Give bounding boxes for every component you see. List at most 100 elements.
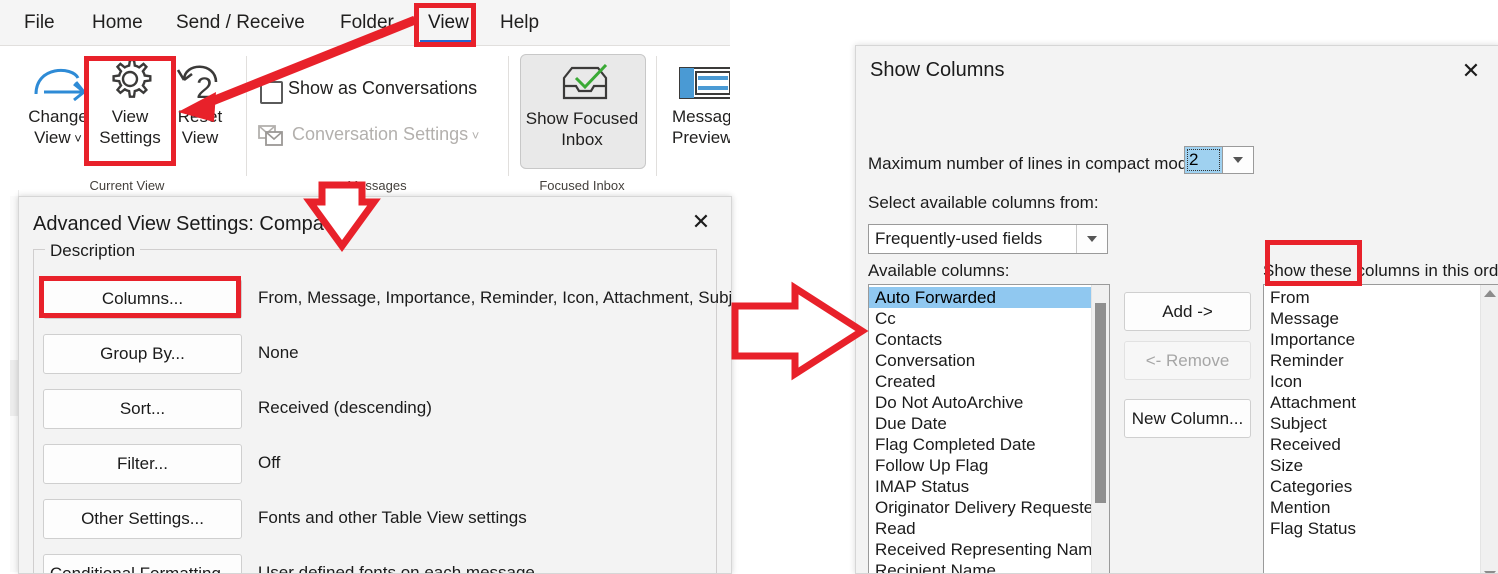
list-item[interactable]: Flag Completed Date bbox=[869, 434, 1091, 455]
conversation-settings-icon bbox=[258, 124, 284, 148]
scroll-down-arrow-icon[interactable] bbox=[1481, 566, 1498, 573]
ribbon-divider-2 bbox=[508, 56, 509, 176]
show-as-conversations-label[interactable]: Show as Conversations bbox=[288, 78, 477, 99]
group-label-current-view: Current View bbox=[89, 178, 165, 193]
available-columns-listbox[interactable]: Auto Forwarded Cc Contacts Conversation Crea… bbox=[868, 284, 1110, 573]
shown-columns-scrollbar[interactable] bbox=[1480, 285, 1498, 573]
view-settings-label-line2: Settings bbox=[99, 128, 161, 147]
ribbon-tab-strip: File Home Send / Receive Folder View Hel… bbox=[0, 0, 730, 45]
message-preview-button[interactable]: Messag Preview bbox=[672, 106, 730, 148]
list-item[interactable]: Attachment bbox=[1264, 392, 1480, 413]
list-item[interactable]: Do Not AutoArchive bbox=[869, 392, 1091, 413]
chevron-down-icon[interactable] bbox=[1222, 147, 1253, 173]
sort-button[interactable]: Sort... bbox=[43, 389, 242, 429]
tab-file[interactable]: File bbox=[14, 0, 65, 45]
list-item[interactable]: Icon bbox=[1264, 371, 1480, 392]
list-item[interactable]: Conversation bbox=[869, 350, 1091, 371]
max-lines-spinner[interactable]: 2 bbox=[1184, 146, 1254, 174]
max-lines-label: Maximum number of lines in compact mode: bbox=[868, 154, 1202, 173]
list-item[interactable]: IMAP Status bbox=[869, 476, 1091, 497]
shown-columns-items: From Message Importance Reminder Icon Attachm… bbox=[1264, 287, 1480, 539]
list-item[interactable]: Mention bbox=[1264, 497, 1480, 518]
group-by-button[interactable]: Group By... bbox=[43, 334, 242, 374]
tab-send-receive[interactable]: Send / Receive bbox=[166, 0, 315, 45]
tab-view[interactable]: View bbox=[418, 0, 479, 45]
view-settings-label-line1: View bbox=[111, 107, 149, 126]
tab-help[interactable]: Help bbox=[490, 0, 549, 45]
list-item[interactable]: Importance bbox=[1264, 329, 1480, 350]
show-as-conversations-checkbox[interactable] bbox=[260, 81, 283, 104]
chevron-down-icon[interactable] bbox=[1076, 225, 1107, 253]
list-item[interactable]: Follow Up Flag bbox=[869, 455, 1091, 476]
reset-view-label-line2: View bbox=[181, 128, 219, 147]
change-view-icon bbox=[26, 52, 88, 104]
available-columns-scrollbar[interactable] bbox=[1091, 285, 1109, 573]
other-settings-button[interactable]: Other Settings... bbox=[43, 499, 242, 539]
list-item[interactable]: Categories bbox=[1264, 476, 1480, 497]
list-item[interactable]: Subject bbox=[1264, 413, 1480, 434]
new-column-button[interactable]: New Column... bbox=[1124, 399, 1251, 438]
available-columns-scroll-thumb[interactable] bbox=[1095, 303, 1106, 503]
conditional-formatting-button[interactable]: Conditional Formatting... bbox=[43, 554, 242, 573]
focused-inbox-icon bbox=[558, 63, 612, 108]
row-sort: Sort... Received (descending) bbox=[43, 389, 703, 429]
list-item[interactable]: Message bbox=[1264, 308, 1480, 329]
list-item[interactable]: Contacts bbox=[869, 329, 1091, 350]
show-focused-inbox-line2: Inbox bbox=[561, 130, 603, 149]
reset-view-label-line1: Reset bbox=[177, 107, 223, 126]
message-preview-line1: Messag bbox=[672, 107, 730, 126]
row-group-by: Group By... None bbox=[43, 334, 703, 374]
close-icon[interactable]: ✕ bbox=[1449, 54, 1493, 88]
row-other-settings: Other Settings... Fonts and other Table … bbox=[43, 499, 703, 539]
shown-columns-listbox[interactable]: From Message Importance Reminder Icon Attachm… bbox=[1263, 284, 1498, 573]
filter-button[interactable]: Filter... bbox=[43, 444, 242, 484]
view-settings-button[interactable]: View Settings bbox=[88, 106, 172, 148]
list-item[interactable]: Cc bbox=[869, 308, 1091, 329]
list-item[interactable]: Reminder bbox=[1264, 350, 1480, 371]
other-settings-value: Fonts and other Table View settings bbox=[258, 508, 527, 527]
row-filter: Filter... Off bbox=[43, 444, 703, 484]
available-from-select[interactable]: Frequently-used fields bbox=[868, 224, 1108, 254]
ribbon-divider-3 bbox=[656, 56, 657, 176]
list-item[interactable]: Flag Status bbox=[1264, 518, 1480, 539]
row-columns: Columns... From, Message, Importance, Re… bbox=[43, 279, 731, 319]
tab-home[interactable]: Home bbox=[82, 0, 153, 45]
conversation-settings-button: Conversation Settings ˅ bbox=[292, 124, 480, 144]
show-columns-title: Show Columns bbox=[870, 59, 1005, 81]
conversation-settings-label: Conversation Settings bbox=[292, 124, 469, 144]
filter-value: Off bbox=[258, 453, 281, 472]
message-preview-line2: Preview bbox=[672, 128, 730, 147]
select-available-from-label: Select available columns from: bbox=[868, 193, 1099, 212]
row-conditional-formatting: Conditional Formatting... User defined f… bbox=[43, 554, 703, 574]
list-item[interactable]: Read bbox=[869, 518, 1091, 539]
description-legend: Description bbox=[45, 241, 141, 261]
tab-folder[interactable]: Folder bbox=[330, 0, 404, 45]
list-item[interactable]: From bbox=[1264, 287, 1480, 308]
list-item[interactable]: Originator Delivery Requested bbox=[869, 497, 1103, 518]
change-view-label-line2: View bbox=[34, 128, 71, 147]
columns-button[interactable]: Columns... bbox=[43, 279, 242, 319]
message-preview-icon bbox=[678, 64, 730, 106]
list-item[interactable]: Received bbox=[1264, 434, 1480, 455]
tab-view-active-underline bbox=[420, 40, 472, 43]
list-item[interactable]: Due Date bbox=[869, 413, 1091, 434]
list-item[interactable]: Created bbox=[869, 371, 1091, 392]
ribbon-divider-1 bbox=[246, 56, 247, 176]
conditional-formatting-value: User defined fonts on each message bbox=[258, 563, 535, 574]
list-item[interactable]: Size bbox=[1264, 455, 1480, 476]
show-columns-dialog: Show Columns ✕ Maximum number of lines i… bbox=[855, 45, 1498, 574]
max-lines-value[interactable]: 2 bbox=[1185, 147, 1222, 173]
list-item[interactable]: Auto Forwarded bbox=[869, 287, 1091, 308]
add-button[interactable]: Add -> bbox=[1124, 292, 1251, 331]
group-label-messages: Messages bbox=[347, 178, 407, 193]
show-focused-inbox-line1: Show Focused bbox=[525, 109, 639, 128]
show-focused-inbox-label[interactable]: Show Focused Inbox bbox=[522, 108, 642, 150]
reset-view-button[interactable]: Reset View bbox=[168, 106, 232, 148]
svg-text:2: 2 bbox=[196, 72, 213, 104]
scroll-up-arrow-icon[interactable] bbox=[1481, 285, 1498, 302]
list-item[interactable]: Received Representing Name bbox=[869, 539, 1102, 560]
group-label-focused-inbox: Focused Inbox bbox=[539, 178, 625, 193]
gear-icon bbox=[104, 54, 156, 104]
close-icon[interactable]: ✕ bbox=[679, 205, 723, 239]
sort-value: Received (descending) bbox=[258, 398, 432, 417]
